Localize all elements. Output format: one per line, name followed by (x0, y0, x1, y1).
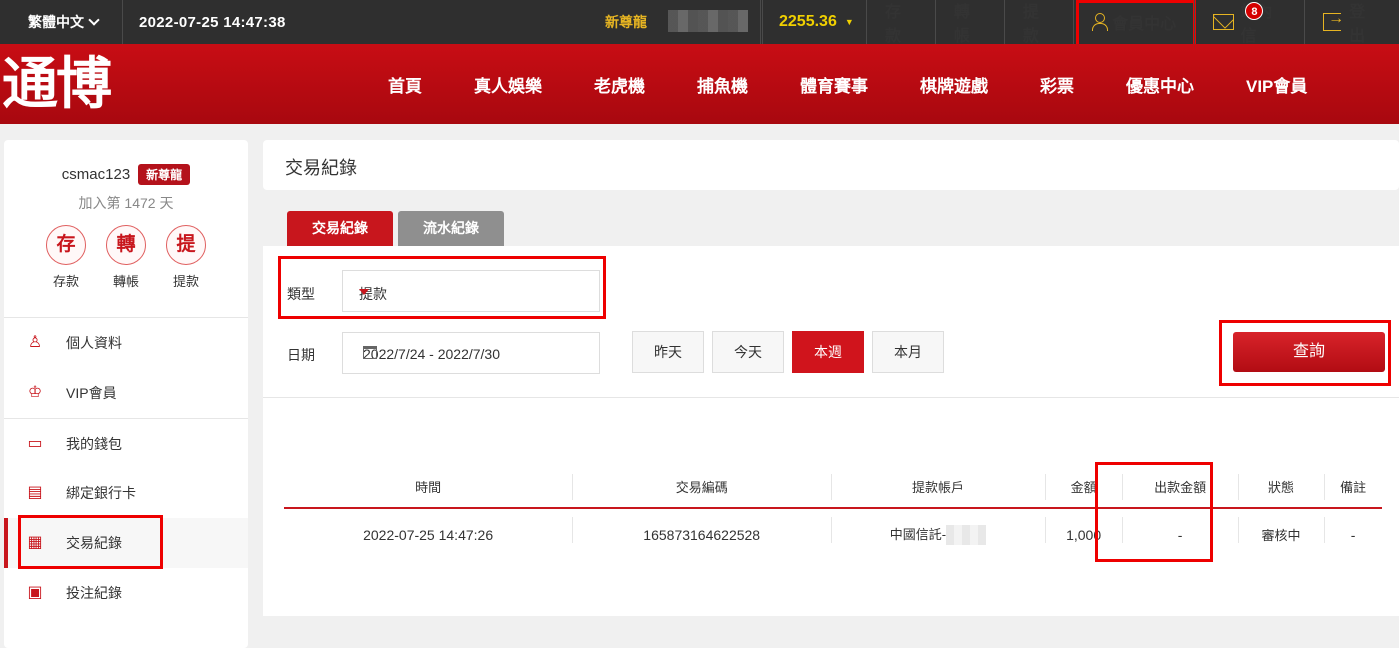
nav-promotions[interactable]: 優惠中心 (1100, 72, 1220, 97)
card-icon: ▤ (27, 484, 43, 501)
highlight-box (1095, 462, 1213, 562)
site-logo[interactable]: 通博 (2, 54, 112, 114)
username-row: csmac123 新尊龍 (61, 164, 191, 185)
person-icon: ♙ (27, 334, 43, 351)
caret-down-icon: ▼ (844, 17, 854, 27)
range-yesterday-button[interactable]: 昨天 (632, 331, 704, 373)
quick-deposit-label: 存款 (52, 274, 79, 289)
highlight-box (1219, 320, 1391, 386)
highlight-box (1075, 0, 1196, 50)
page-title-bar: 交易紀錄 (263, 140, 1399, 190)
sidebar-item-bank-card[interactable]: ▤ 綁定銀行卡 (4, 468, 248, 518)
highlight-box (18, 515, 163, 569)
nav-card-games[interactable]: 棋牌遊戲 (894, 72, 1014, 97)
quick-withdraw-label: 提款 (172, 274, 199, 289)
col-time: 時間 (284, 466, 573, 509)
masked-username (668, 10, 748, 32)
balance-value: 2255.36 (779, 13, 837, 30)
transactions-table: 時間 交易編碼 提款帳戶 金額 出款金額 狀態 備註 2022-07-25 14… (284, 466, 1382, 560)
nav-sports[interactable]: 體育賽事 (774, 72, 894, 97)
quick-transfer-label: 轉帳 (112, 274, 139, 289)
deposit-link[interactable]: 存款 (866, 0, 935, 45)
col-transaction-id: 交易編碼 (572, 466, 832, 509)
col-withdraw-account: 提款帳戶 (831, 466, 1045, 509)
nav-slots[interactable]: 老虎機 (568, 72, 671, 97)
sidebar-item-label: 個人資料 (66, 335, 122, 351)
date-range-value: 2022/7/24 - 2022/7/30 (363, 346, 501, 362)
site-header: 通博 首頁 真人娛樂 老虎機 捕魚機 體育賽事 棋牌遊戲 彩票 優惠中心 VIP… (0, 44, 1399, 124)
range-this-week-button[interactable]: 本週 (792, 331, 864, 373)
language-selector[interactable]: 繁體中文 (0, 0, 123, 44)
logout-icon (1323, 10, 1344, 31)
logout-link[interactable]: 登出 (1304, 0, 1399, 45)
cell-remark: - (1324, 508, 1382, 560)
cell-transaction-id: 165873164622528 (572, 508, 831, 560)
sidebar-item-profile[interactable]: ♙ 個人資料 (4, 318, 248, 368)
range-this-month-button[interactable]: 本月 (872, 331, 944, 373)
chevron-down-icon (88, 14, 100, 26)
language-label: 繁體中文 (28, 14, 84, 30)
transfer-link[interactable]: 轉帳 (934, 0, 1004, 45)
username: csmac123 (61, 166, 131, 183)
logout-label: 登出 (1349, 4, 1366, 45)
tab-transactions[interactable]: 交易紀錄 (287, 211, 393, 246)
receipt-icon: ▣ (27, 584, 43, 601)
date-range-input[interactable]: 2022/7/24 - 2022/7/30 (342, 332, 600, 374)
page-title: 交易紀錄 (285, 158, 357, 178)
current-datetime: 2022-07-25 14:47:38 (123, 0, 763, 44)
quick-withdraw-button[interactable]: 提 提款 (166, 225, 206, 290)
vip-rank-label: 新尊龍 (605, 14, 647, 30)
sidebar-item-label: 綁定銀行卡 (66, 485, 136, 501)
nav-vip[interactable]: VIP會員 (1220, 72, 1333, 97)
joined-days: 加入第 1472 天 (78, 195, 174, 211)
cell-time: 2022-07-25 14:47:26 (363, 526, 494, 543)
account-name: 中國信託- (889, 526, 947, 542)
sidebar-item-label: 投注紀錄 (66, 585, 122, 601)
highlight-box (278, 256, 606, 319)
withdraw-icon: 提 (166, 225, 206, 265)
sidebar-item-label: VIP會員 (66, 385, 117, 401)
main-nav: 首頁 真人娛樂 老虎機 捕魚機 體育賽事 棋牌遊戲 彩票 優惠中心 VIP會員 (362, 44, 1333, 124)
date-label: 日期 (287, 347, 315, 363)
sidebar-item-vip[interactable]: ♔ VIP會員 (4, 368, 248, 418)
cell-withdraw-account: 中國信託- (831, 508, 1045, 560)
nav-home[interactable]: 首頁 (362, 72, 448, 97)
wallet-icon: ▭ (27, 434, 43, 452)
rank-badge: 新尊龍 (138, 164, 191, 185)
sidebar-item-wallet[interactable]: ▭ 我的錢包 (4, 418, 248, 468)
balance-dropdown[interactable]: 2255.36 ▼ (760, 0, 866, 44)
quick-deposit-button[interactable]: 存 存款 (46, 225, 86, 290)
col-status: 狀態 (1237, 466, 1325, 509)
calendar-icon (363, 346, 377, 359)
cell-status: 審核中 (1237, 508, 1325, 560)
crown-icon: ♔ (27, 384, 43, 401)
nav-live-casino[interactable]: 真人娛樂 (448, 72, 568, 97)
transfer-icon: 轉 (106, 225, 146, 265)
deposit-icon: 存 (46, 225, 86, 265)
range-today-button[interactable]: 今天 (712, 331, 784, 373)
mail-icon (1213, 14, 1235, 30)
account-sidebar: csmac123 新尊龍 加入第 1472 天 存 存款 轉 轉帳 提 提款 ♙… (4, 140, 248, 648)
quick-transfer-button[interactable]: 轉 轉帳 (106, 225, 146, 290)
col-remark: 備註 (1324, 466, 1382, 509)
table-header-row: 時間 交易編碼 提款帳戶 金額 出款金額 狀態 備註 (284, 466, 1382, 509)
tab-turnover[interactable]: 流水紀錄 (398, 211, 504, 246)
sidebar-item-bets[interactable]: ▣ 投注紀錄 (4, 568, 248, 618)
masked-account-number (946, 525, 987, 546)
section-divider (263, 397, 1399, 398)
member-center-link[interactable]: 會員中心 (1072, 0, 1196, 50)
sidebar-item-label: 我的錢包 (66, 435, 122, 452)
withdraw-link[interactable]: 提款 (1003, 0, 1073, 45)
profile-card: csmac123 新尊龍 加入第 1472 天 存 存款 轉 轉帳 提 提款 (4, 140, 248, 318)
top-bar-actions: 2255.36 ▼ 存款 轉帳 提款 會員中心 站內信 8 登出 (760, 0, 1399, 50)
quick-actions: 存 存款 轉 轉帳 提 提款 (4, 225, 248, 290)
nav-fishing[interactable]: 捕魚機 (671, 72, 774, 97)
inbox-link[interactable]: 站內信 8 (1194, 0, 1304, 45)
nav-lottery[interactable]: 彩票 (1014, 72, 1100, 97)
table-row: 2022-07-25 14:47:26 165873164622528 中國信託… (284, 508, 1382, 560)
